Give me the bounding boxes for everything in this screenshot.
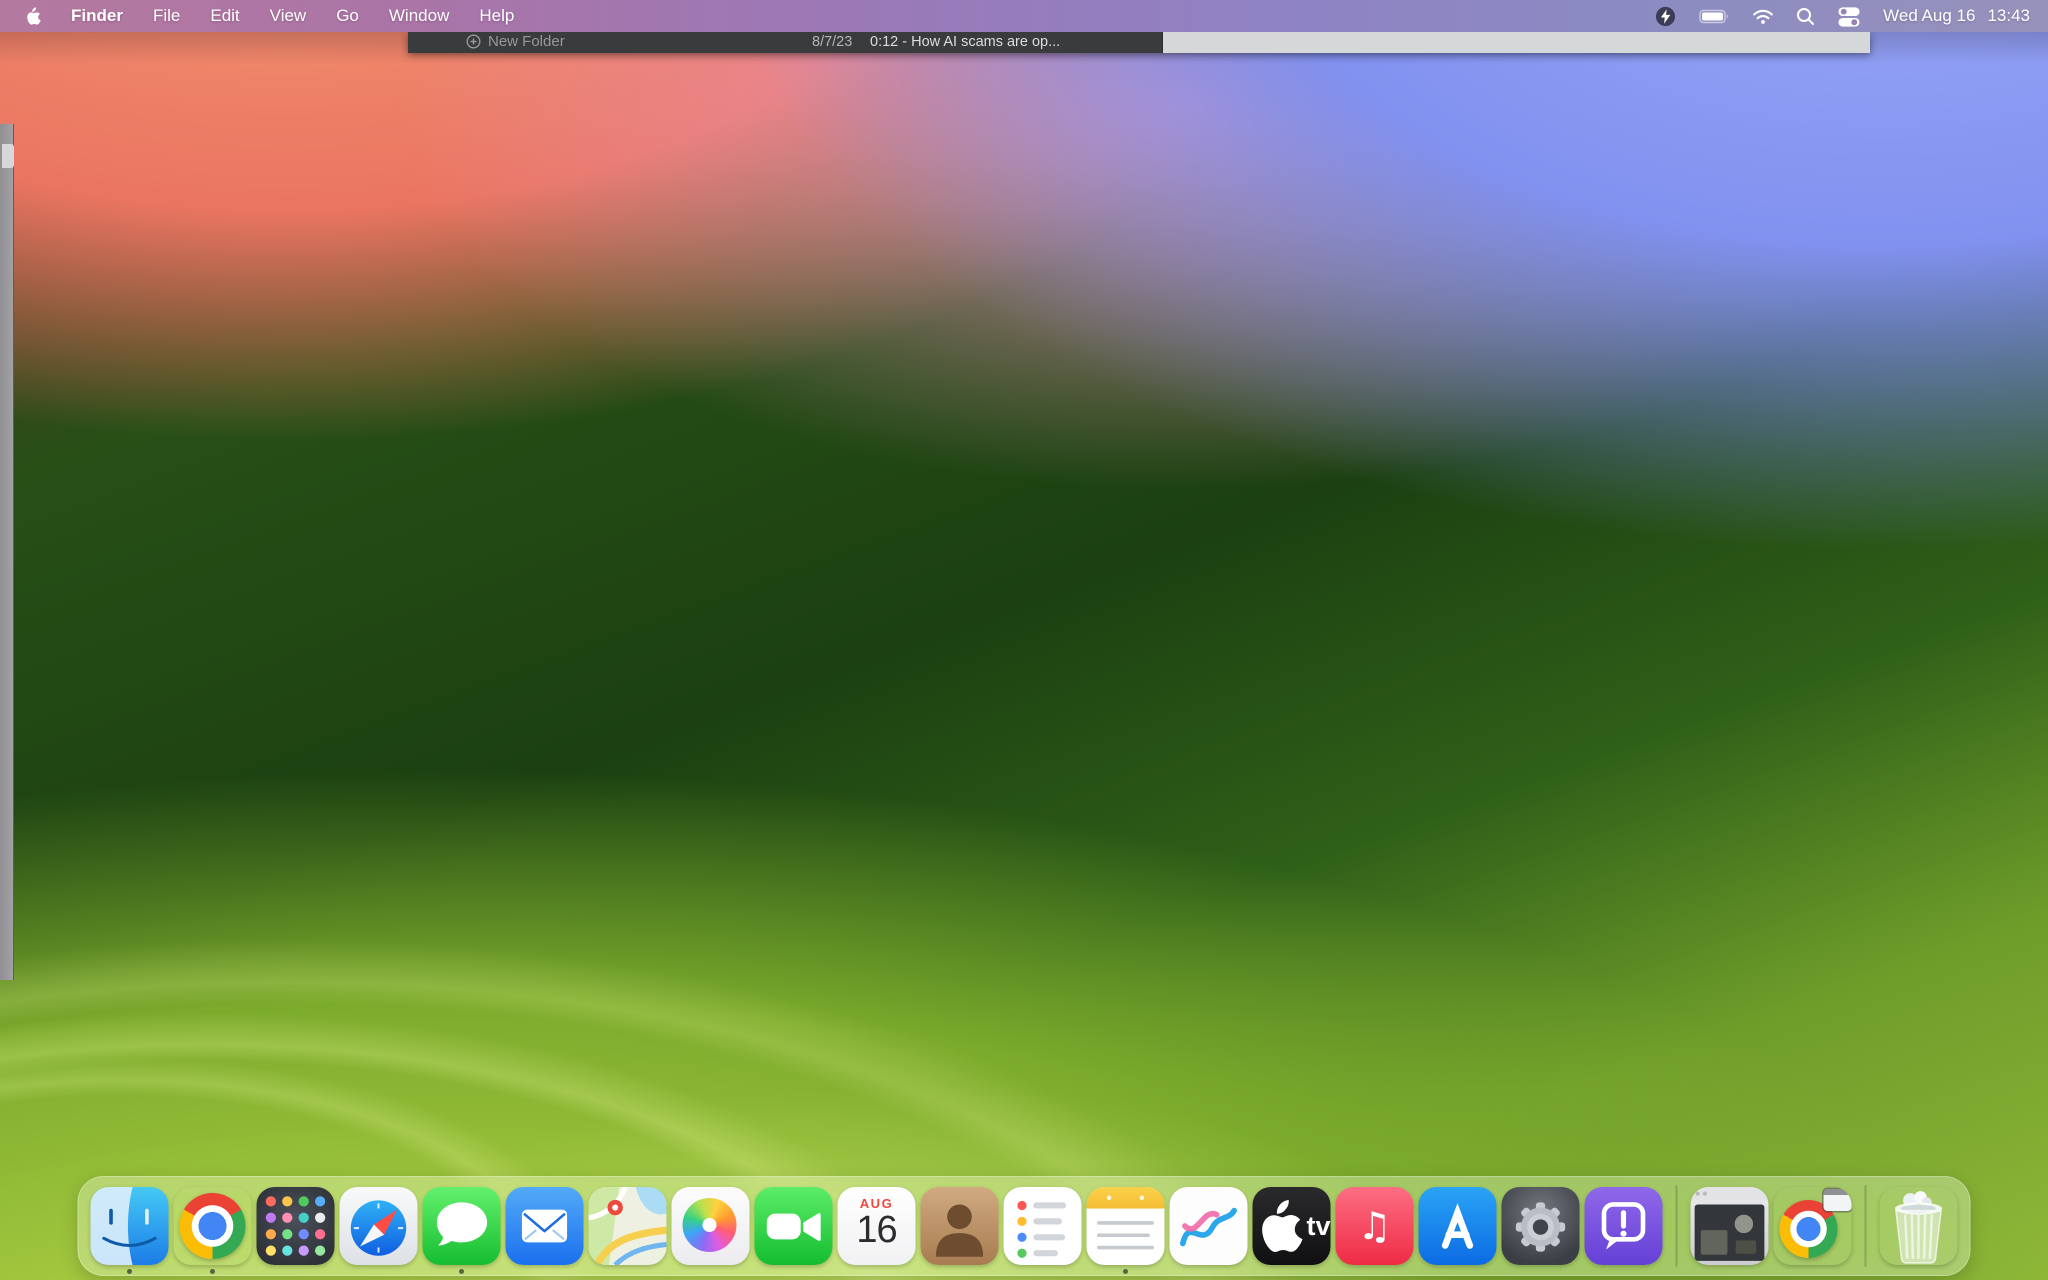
dock-item-facetime[interactable] [755,1187,833,1265]
apple-logo-icon [24,6,41,26]
file-row-date: 8/7/23 [812,34,852,50]
desktop: New Folder 8/7/23 0:12 - How AI scams ar… [0,0,2048,1280]
file-row-title[interactable]: 0:12 - How AI scams are op... [870,34,1060,50]
dock-item-finder[interactable] [91,1187,169,1265]
minimized-chrome-icon [1774,1187,1852,1265]
clock-time: 13:43 [1987,6,2030,26]
messages-icon [423,1187,501,1265]
chrome-logo [180,1193,246,1259]
minimized-window-thumbnail [1691,1187,1769,1265]
dock-item-freeform[interactable] [1170,1187,1248,1265]
dock-item-reminders[interactable] [1004,1187,1082,1265]
music-icon: ♫ [1336,1187,1414,1265]
dock-item-apple-tv[interactable]: tv [1253,1187,1331,1265]
dock-item-safari[interactable] [340,1187,418,1265]
dock-item-notes[interactable] [1087,1187,1165,1265]
low-power-bolt-icon[interactable] [1654,5,1677,28]
launchpad-icon [257,1187,335,1265]
reminders-icon [1004,1187,1082,1265]
apple-menu[interactable] [24,6,41,26]
dock-item-minimized-chrome-window[interactable] [1774,1187,1852,1265]
app-store-icon [1419,1187,1497,1265]
speech-bubble-exclamation-icon [1585,1187,1663,1265]
battery-icon[interactable] [1699,9,1730,24]
dock-item-maps[interactable] [589,1187,667,1265]
menu-edit[interactable]: Edit [210,6,239,26]
menu-go[interactable]: Go [336,6,359,26]
background-window-light-pane [1162,32,1870,53]
facetime-icon [755,1187,833,1265]
dock-item-music[interactable]: ♫ [1336,1187,1414,1265]
dock-item-messages[interactable] [423,1187,501,1265]
dock-item-calendar[interactable]: AUG 16 [838,1187,916,1265]
calendar-icon: AUG 16 [838,1187,916,1265]
dock-item-system-settings[interactable] [1502,1187,1580,1265]
dock-item-app-store[interactable] [1419,1187,1497,1265]
dock-separator [1865,1185,1867,1267]
notes-icon [1087,1187,1165,1265]
menu-bar-clock[interactable]: Wed Aug 16 13:43 [1883,6,2030,26]
dock: AUG 16 [78,1176,1971,1276]
chrome-icon [174,1187,252,1265]
new-folder-button[interactable]: New Folder [466,33,565,50]
wifi-icon[interactable] [1752,8,1774,25]
contacts-icon [921,1187,999,1265]
dock-item-trash[interactable] [1880,1187,1958,1265]
system-settings-gear-icon [1502,1187,1580,1265]
apple-tv-label: tv [1306,1211,1330,1242]
trash-icon [1880,1187,1958,1265]
mail-icon [506,1187,584,1265]
menu-help[interactable]: Help [479,6,514,26]
background-window-sliver[interactable]: New Folder 8/7/23 0:12 - How AI scams ar… [408,32,1870,53]
freeform-icon [1170,1187,1248,1265]
dock-item-contacts[interactable] [921,1187,999,1265]
calendar-day: 16 [856,1211,896,1250]
clock-date: Wed Aug 16 [1883,6,1975,26]
photos-icon [672,1187,750,1265]
music-note-glyph: ♫ [1357,1207,1391,1245]
new-folder-label: New Folder [488,33,565,50]
menu-window[interactable]: Window [389,6,449,26]
maps-icon [589,1187,667,1265]
dock-item-photos[interactable] [672,1187,750,1265]
menu-view[interactable]: View [270,6,307,26]
app-menu-finder[interactable]: Finder [71,6,123,26]
menu-bar: Finder File Edit View Go Window Help [0,0,2048,32]
menu-file[interactable]: File [153,6,180,26]
window-badge-icon [1824,1189,1852,1211]
dock-item-mail[interactable] [506,1187,584,1265]
circled-plus-icon [466,34,481,49]
apple-tv-icon: tv [1253,1187,1331,1265]
apple-logo-glyph [1253,1187,1304,1265]
background-window-edge-highlight [2,144,14,168]
finder-icon [91,1187,169,1265]
dock-separator [1676,1185,1678,1267]
spotlight-search-icon[interactable] [1796,7,1815,26]
dock-item-chrome[interactable] [174,1187,252,1265]
desktop-wallpaper [0,0,2048,1280]
control-center-icon[interactable] [1837,5,1861,28]
dock-item-minimized-window[interactable] [1691,1187,1769,1265]
safari-icon [340,1187,418,1265]
dock-item-launchpad[interactable] [257,1187,335,1265]
dock-item-feedback-assistant[interactable] [1585,1187,1663,1265]
background-window-left-edge[interactable] [0,124,14,980]
